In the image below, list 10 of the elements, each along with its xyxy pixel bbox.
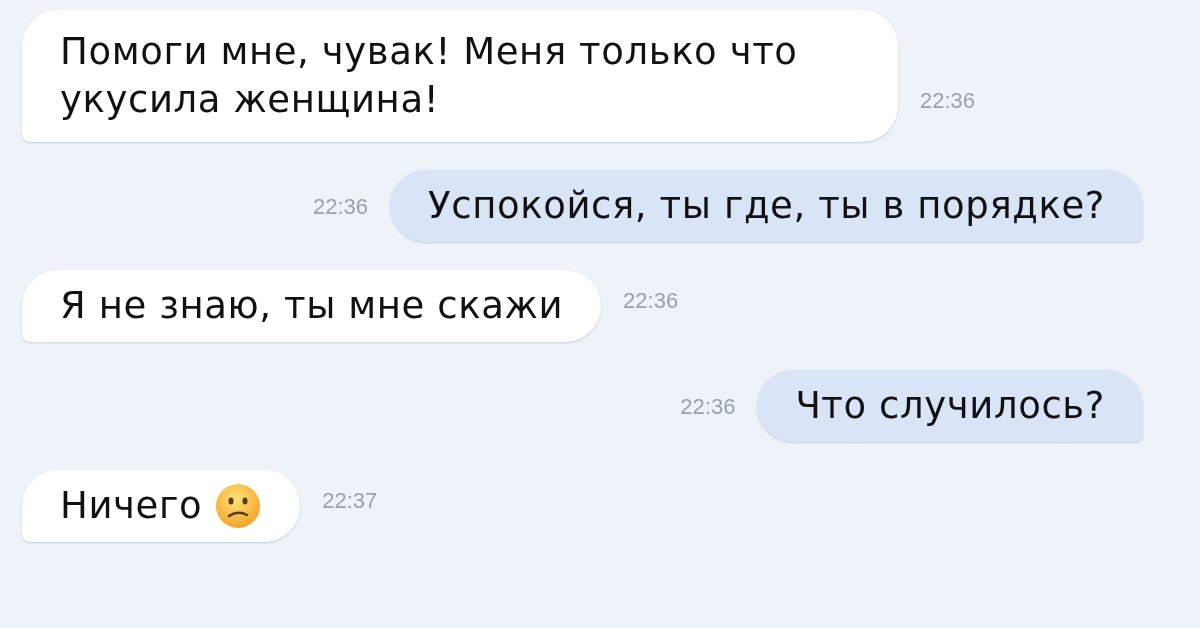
message-bubble: Я не знаю, ты мне скажи — [22, 270, 602, 342]
message-bubble: Успокойся, ты где, ты в порядке? — [390, 170, 1143, 242]
message-bubble: Что случилось? — [757, 370, 1143, 442]
message-time: 22:36 — [680, 394, 736, 421]
message-time: 22:36 — [313, 194, 369, 221]
message-time: 22:36 — [920, 88, 976, 115]
message-bubble: Ничего — [22, 470, 301, 542]
message-bubble: Помоги мне, чувак! Меня только что укусила женщина! — [22, 10, 898, 142]
message-time: 22:36 — [623, 288, 679, 315]
message-time: 22:37 — [322, 488, 378, 515]
